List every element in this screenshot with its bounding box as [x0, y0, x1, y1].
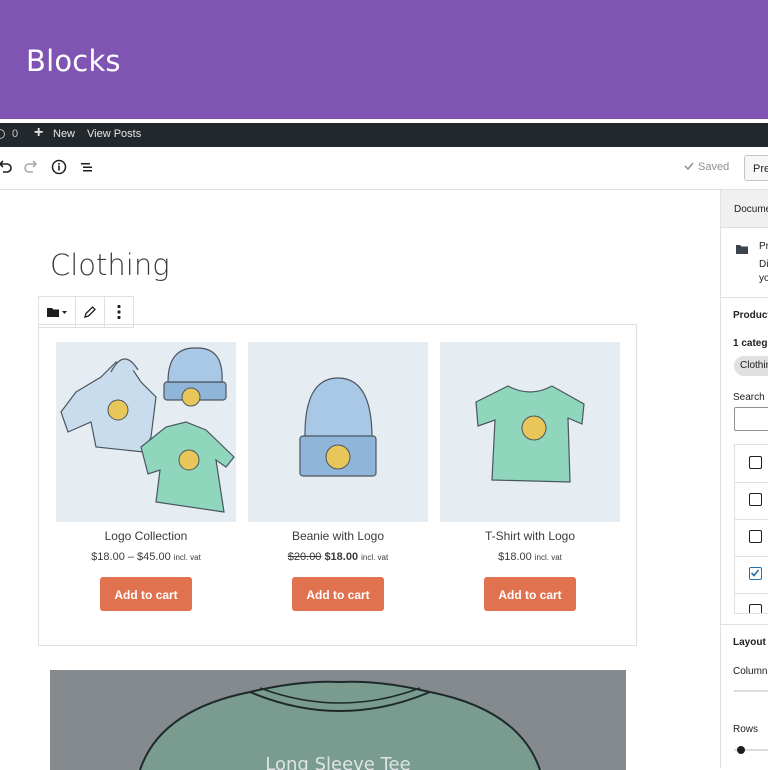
list-item[interactable] — [735, 519, 768, 557]
product-price: $20.00 $18.00 incl. vat — [248, 551, 428, 567]
list-item[interactable] — [735, 556, 768, 594]
regular-price: $20.00 — [287, 551, 322, 563]
block-description: Di — [759, 259, 768, 270]
banner-title: Blocks — [26, 44, 121, 78]
more-vertical-icon — [117, 304, 121, 320]
product-name[interactable]: T-Shirt with Logo — [440, 529, 620, 545]
folder-icon — [736, 245, 748, 254]
rows-slider-handle[interactable] — [737, 746, 745, 754]
folder-icon — [47, 308, 68, 317]
redo-icon[interactable] — [22, 157, 42, 177]
category-list — [734, 444, 768, 614]
list-view-icon[interactable] — [77, 157, 97, 177]
add-to-cart-button[interactable]: Add to cart — [292, 577, 384, 611]
products-panel-heading[interactable]: Product — [733, 310, 768, 321]
category-search-input[interactable] — [734, 407, 768, 431]
search-label: Search — [733, 392, 765, 403]
product-name[interactable]: Beanie with Logo — [248, 529, 428, 545]
tshirt-illustration — [475, 385, 585, 483]
info-icon[interactable] — [49, 157, 69, 177]
list-item[interactable] — [735, 445, 768, 483]
block-description-line: yo — [759, 273, 768, 284]
page-title[interactable]: Clothing — [50, 248, 170, 282]
products-by-category-block[interactable]: Logo Collection $18.00 – $45.00 incl. vat… — [38, 324, 637, 646]
product-card: T-Shirt with Logo $18.00 incl. vat Add to… — [440, 342, 620, 611]
category-checkbox[interactable] — [749, 456, 762, 469]
selected-count: 1 categ — [733, 338, 768, 349]
plus-icon[interactable]: + — [34, 124, 43, 142]
comment-count[interactable]: 0 — [12, 128, 18, 140]
new-menu[interactable]: New — [53, 128, 75, 140]
category-checkbox[interactable] — [749, 530, 762, 543]
block-name: Pr — [759, 241, 768, 252]
rows-label: Rows — [733, 724, 759, 735]
featured-product-cover[interactable]: Long Sleeve Tee — [50, 670, 626, 770]
sidebar-tabs: Docume — [721, 190, 768, 228]
category-chip[interactable]: Clothin — [734, 356, 768, 376]
category-checkbox[interactable] — [749, 604, 762, 613]
more-options-button[interactable] — [105, 297, 133, 327]
price: $18.00 — [498, 551, 532, 563]
product-image[interactable] — [56, 342, 236, 522]
product-price: $18.00 incl. vat — [440, 551, 620, 567]
panel-divider — [721, 624, 768, 625]
layout-panel-heading[interactable]: Layout — [733, 637, 766, 648]
check-icon — [750, 569, 760, 577]
settings-sidebar: Docume Pr Di yo Product 1 categ Clothin … — [720, 190, 768, 768]
editor-toolbar: Saved Pre — [0, 147, 768, 190]
product-name[interactable]: Logo Collection — [56, 529, 236, 545]
pencil-icon — [83, 306, 96, 318]
price-range: $18.00 – $45.00 — [91, 551, 171, 563]
preview-button[interactable]: Pre — [744, 155, 768, 181]
saved-status: Saved — [698, 161, 730, 173]
header-banner: Blocks — [0, 0, 768, 119]
product-card: Beanie with Logo $20.00 $18.00 incl. vat A… — [248, 342, 428, 611]
product-price: $18.00 – $45.00 incl. vat — [56, 551, 236, 567]
category-checkbox-checked[interactable] — [749, 567, 762, 580]
price-suffix: incl. vat — [173, 553, 201, 562]
editor-canvas: Clothing Logo Collection $18.00 – $45.00… — [0, 190, 720, 770]
columns-slider[interactable] — [734, 690, 768, 692]
add-to-cart-button[interactable]: Add to cart — [484, 577, 576, 611]
logo-collection-illustration — [60, 347, 235, 513]
list-item[interactable] — [735, 593, 768, 613]
tab-document[interactable]: Docume — [734, 204, 768, 215]
comment-bubble-icon[interactable] — [0, 129, 5, 139]
product-card: Logo Collection $18.00 – $45.00 incl. vat… — [56, 342, 236, 611]
admin-bar: 0 + New View Posts — [0, 123, 768, 147]
beanie-illustration — [299, 377, 377, 477]
block-type-button[interactable] — [39, 297, 77, 327]
columns-label: Column — [733, 666, 768, 677]
undo-icon[interactable] — [0, 157, 14, 177]
view-posts-link[interactable]: View Posts — [87, 128, 141, 140]
price-suffix: incl. vat — [361, 553, 389, 562]
price-suffix: incl. vat — [534, 553, 562, 562]
panel-divider — [721, 297, 768, 298]
add-to-cart-button[interactable]: Add to cart — [100, 577, 192, 611]
category-checkbox[interactable] — [749, 493, 762, 506]
list-item[interactable] — [735, 482, 768, 520]
check-icon — [684, 162, 694, 171]
edit-button[interactable] — [76, 297, 105, 327]
product-image[interactable] — [440, 342, 620, 522]
sale-price: $18.00 — [324, 551, 359, 563]
product-image[interactable] — [248, 342, 428, 522]
